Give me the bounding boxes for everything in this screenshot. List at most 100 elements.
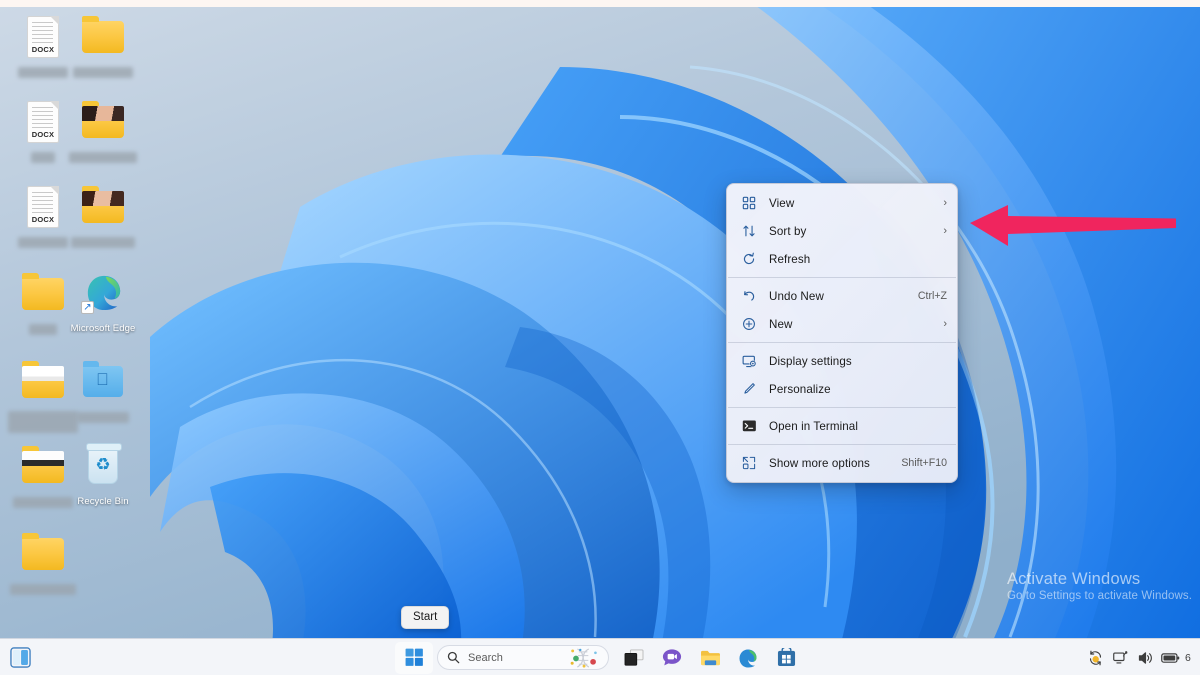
undo-icon <box>739 287 759 305</box>
context-menu-separator <box>728 407 956 408</box>
folder-icon <box>77 12 129 62</box>
context-menu-item-label: Refresh <box>769 252 811 266</box>
desktop-icon[interactable]: Photos folder <box>68 182 138 250</box>
context-menu-item-personalize[interactable]: Personalize <box>727 375 957 403</box>
taskbar-task-view-button[interactable] <box>615 642 653 674</box>
dna-helix-icon <box>570 648 597 668</box>
taskbar-chat-button[interactable] <box>653 642 691 674</box>
windows-start-icon <box>405 648 423 666</box>
chevron-right-icon: › <box>943 197 947 209</box>
desktop-icon-label: Document <box>17 67 69 78</box>
desktop-icon-grid: DOCX Document Folder name DOCX Doc Pictu… <box>0 7 160 638</box>
top-white-strip <box>0 0 1200 7</box>
context-menu-item-label: Open in Terminal <box>769 419 859 433</box>
desktop-icon[interactable]: Projects 2024 <box>8 529 78 597</box>
folder-icon <box>17 529 69 579</box>
desktop-icon-label: Document <box>17 237 69 248</box>
volume-icon[interactable] <box>1135 649 1155 667</box>
desktop-icon-recycle-bin[interactable]: ♻ Recycle Bin <box>68 442 138 507</box>
context-menu-item-label: Sort by <box>769 224 807 238</box>
taskbar-edge-button[interactable] <box>729 642 767 674</box>
desktop-icon-label: Doc <box>31 152 55 163</box>
desktop-icon-label: Scans folder <box>12 497 73 508</box>
context-menu-item-new[interactable]: New › <box>727 310 957 338</box>
taskbar[interactable]: Search 6 <box>0 638 1200 675</box>
context-menu-item-show-more-options[interactable]: Show more options Shift+F10 <box>727 449 957 477</box>
taskbar-file-explorer-button[interactable] <box>691 642 729 674</box>
folder-with-document-icon <box>17 357 69 407</box>
docx-file-icon: DOCX <box>17 97 69 147</box>
search-icon <box>447 651 460 664</box>
annotation-arrow-icon <box>970 205 1176 246</box>
task-view-icon <box>624 648 644 666</box>
context-menu-separator <box>728 277 956 278</box>
desktop-icon-label: Recycle Bin <box>77 496 129 507</box>
desktop-icon[interactable]:  Mac folder <box>68 357 138 425</box>
context-menu-separator <box>728 444 956 445</box>
desktop-icon[interactable]: Pictures folder <box>68 97 138 165</box>
desktop-icon-label: Work <box>28 324 58 335</box>
context-menu-separator <box>728 342 956 343</box>
context-menu-item-refresh[interactable]: Refresh <box>727 245 957 273</box>
refresh-icon <box>739 250 759 268</box>
taskbar-search-box[interactable]: Search <box>437 645 609 670</box>
shortcut-arrow-icon: ↗ <box>81 301 94 314</box>
desktop-icon[interactable]: Folder name <box>68 12 138 80</box>
battery-icon[interactable] <box>1160 649 1180 667</box>
terminal-icon <box>739 417 759 435</box>
folder-icon <box>17 269 69 319</box>
context-menu-item-undo-new[interactable]: Undo New Ctrl+Z <box>727 282 957 310</box>
folder-with-photo-icon <box>77 182 129 232</box>
context-menu-item-shortcut: Ctrl+Z <box>917 290 947 302</box>
start-button[interactable] <box>395 641 433 674</box>
display-settings-icon <box>739 352 759 370</box>
desktop-icon-label: Microsoft Edge <box>70 323 136 334</box>
desktop-icon-microsoft-edge[interactable]: ↗ Microsoft Edge <box>68 269 138 334</box>
docx-file-icon: DOCX <box>17 12 69 62</box>
desktop-icon-label: Photos folder <box>71 237 135 248</box>
store-icon <box>777 648 795 667</box>
windows-update-icon[interactable] <box>1085 649 1105 667</box>
plus-circle-icon <box>739 315 759 333</box>
desktop-icon-label: Pictures folder <box>68 152 138 163</box>
context-menu-item-open-in-terminal[interactable]: Open in Terminal <box>727 412 957 440</box>
taskbar-microsoft-store-button[interactable] <box>767 642 805 674</box>
desktop-icon-label: Folder name <box>72 67 134 78</box>
taskbar-system-tray[interactable]: 6 <box>1085 639 1196 675</box>
taskbar-center-cluster: Search <box>0 639 1200 675</box>
brush-icon <box>739 380 759 398</box>
context-menu-item-display-settings[interactable]: Display settings <box>727 347 957 375</box>
network-display-icon[interactable] <box>1110 649 1130 667</box>
desktop-surface[interactable]: DOCX Document Folder name DOCX Doc Pictu… <box>0 7 1200 638</box>
context-menu-item-label: Personalize <box>769 382 831 396</box>
search-input[interactable]: Search <box>468 652 503 664</box>
edge-icon <box>739 649 757 667</box>
folder-with-document-icon <box>17 442 69 492</box>
wallpaper-bloom <box>0 7 1200 638</box>
edge-icon: ↗ <box>77 269 129 319</box>
recycle-bin-icon: ♻ <box>77 442 129 492</box>
folder-with-photo-icon <box>77 97 129 147</box>
screen-root: DOCX Document Folder name DOCX Doc Pictu… <box>0 0 1200 675</box>
taskbar-clock[interactable]: 6 <box>1185 652 1194 664</box>
context-menu-item-label: Display settings <box>769 354 852 368</box>
context-menu-item-label: Show more options <box>769 456 870 470</box>
desktop-context-menu[interactable]: View › Sort by › Refresh Undo New Ctrl+Z… <box>726 183 958 483</box>
grid-view-icon <box>739 194 759 212</box>
context-menu-item-sort-by[interactable]: Sort by › <box>727 217 957 245</box>
desktop-icon-label: Projects 2024 <box>10 584 76 595</box>
context-menu-item-label: View <box>769 196 795 210</box>
context-menu-item-label: New <box>769 317 793 331</box>
docx-file-icon: DOCX <box>17 182 69 232</box>
context-menu-item-shortcut: Shift+F10 <box>901 457 947 469</box>
blue-folder-icon:  <box>77 357 129 407</box>
chevron-right-icon: › <box>943 318 947 330</box>
context-menu-item-view[interactable]: View › <box>727 189 957 217</box>
desktop-icon-label: Mac folder <box>77 412 129 423</box>
chat-icon <box>662 649 682 666</box>
context-menu-item-label: Undo New <box>769 289 824 303</box>
start-tooltip: Start <box>401 606 450 629</box>
sort-arrows-icon <box>739 222 759 240</box>
expand-icon <box>739 454 759 472</box>
chevron-right-icon: › <box>943 225 947 237</box>
